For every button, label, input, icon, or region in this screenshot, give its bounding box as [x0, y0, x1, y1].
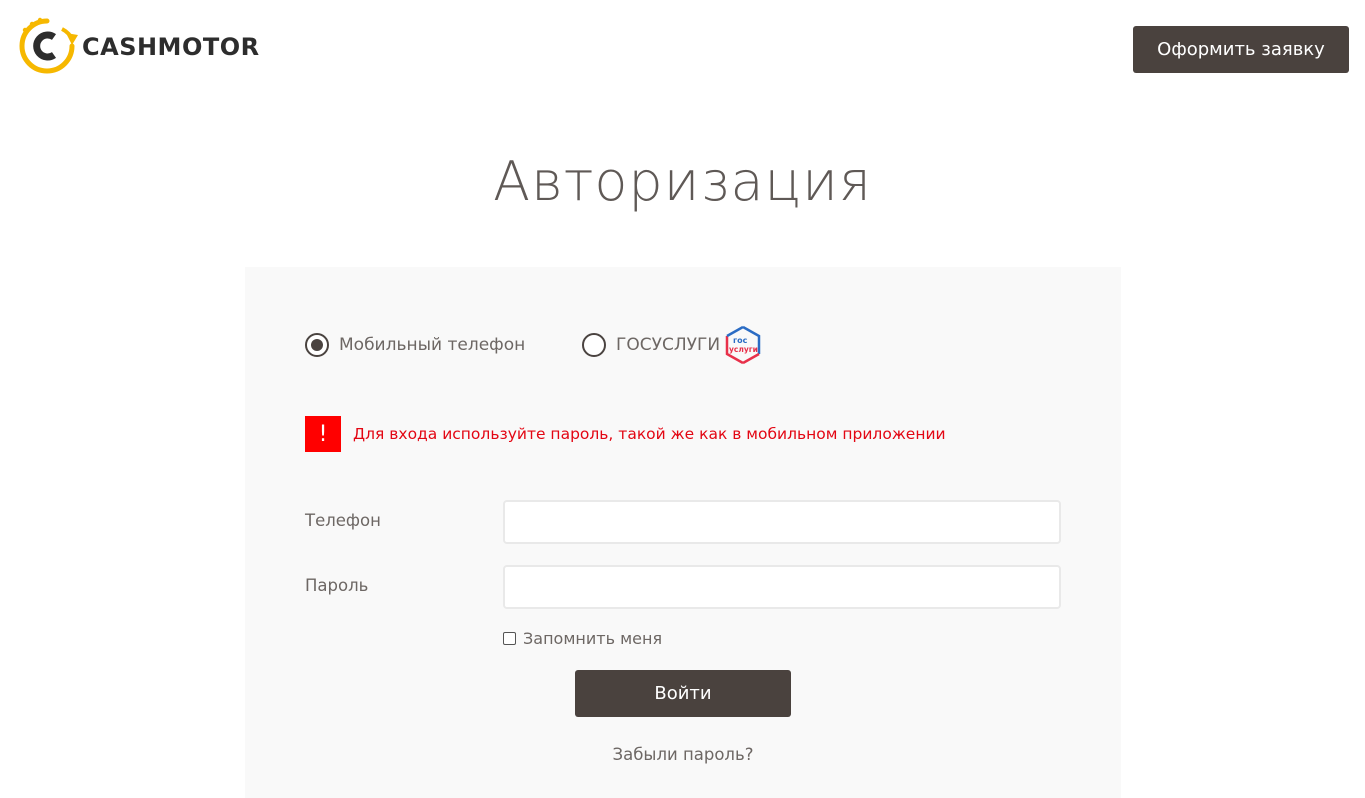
- password-label: Пароль: [305, 576, 369, 595]
- gos-badge-bottom-text: услуги: [729, 345, 758, 354]
- remember-me-label: Запомнить меня: [523, 629, 663, 648]
- apply-button[interactable]: Оформить заявку: [1133, 26, 1349, 73]
- radio-mobile-phone-label: Мобильный телефон: [339, 335, 526, 355]
- radio-button-checked[interactable]: [305, 333, 329, 357]
- phone-label: Телефон: [305, 511, 381, 530]
- header: CASHMOTOR Оформить заявку: [0, 0, 1365, 100]
- radio-gosuslugi-label: ГОСУСЛУГИ: [616, 335, 721, 355]
- phone-input[interactable]: [503, 500, 1061, 544]
- cashmotor-logo-icon: [19, 17, 78, 74]
- forgot-password-link[interactable]: Забыли пароль?: [245, 745, 1121, 764]
- page-title: Авторизация: [493, 150, 872, 213]
- warning-icon: !: [305, 416, 341, 452]
- gosuslugi-logo-icon: гос услуги: [725, 325, 761, 365]
- password-input[interactable]: [503, 565, 1061, 609]
- remember-me[interactable]: Запомнить меня: [503, 629, 662, 648]
- notice-text: Для входа используйте пароль, такой же к…: [353, 425, 946, 443]
- remember-me-checkbox[interactable]: [503, 632, 516, 645]
- radio-gosuslugi[interactable]: ГОСУСЛУГИ гос услуги: [582, 325, 762, 365]
- radio-mobile-phone[interactable]: Мобильный телефон: [305, 333, 525, 357]
- password-notice: ! Для входа используйте пароль, такой же…: [305, 416, 946, 452]
- radio-button-unchecked[interactable]: [582, 333, 606, 357]
- logo[interactable]: CASHMOTOR: [16, 14, 266, 78]
- gos-badge-top-text: гос: [733, 336, 748, 345]
- login-panel: Мобильный телефон ГОСУСЛУГИ гос услуги !…: [245, 267, 1121, 798]
- login-button[interactable]: Войти: [575, 670, 791, 717]
- logo-text: CASHMOTOR: [82, 33, 260, 61]
